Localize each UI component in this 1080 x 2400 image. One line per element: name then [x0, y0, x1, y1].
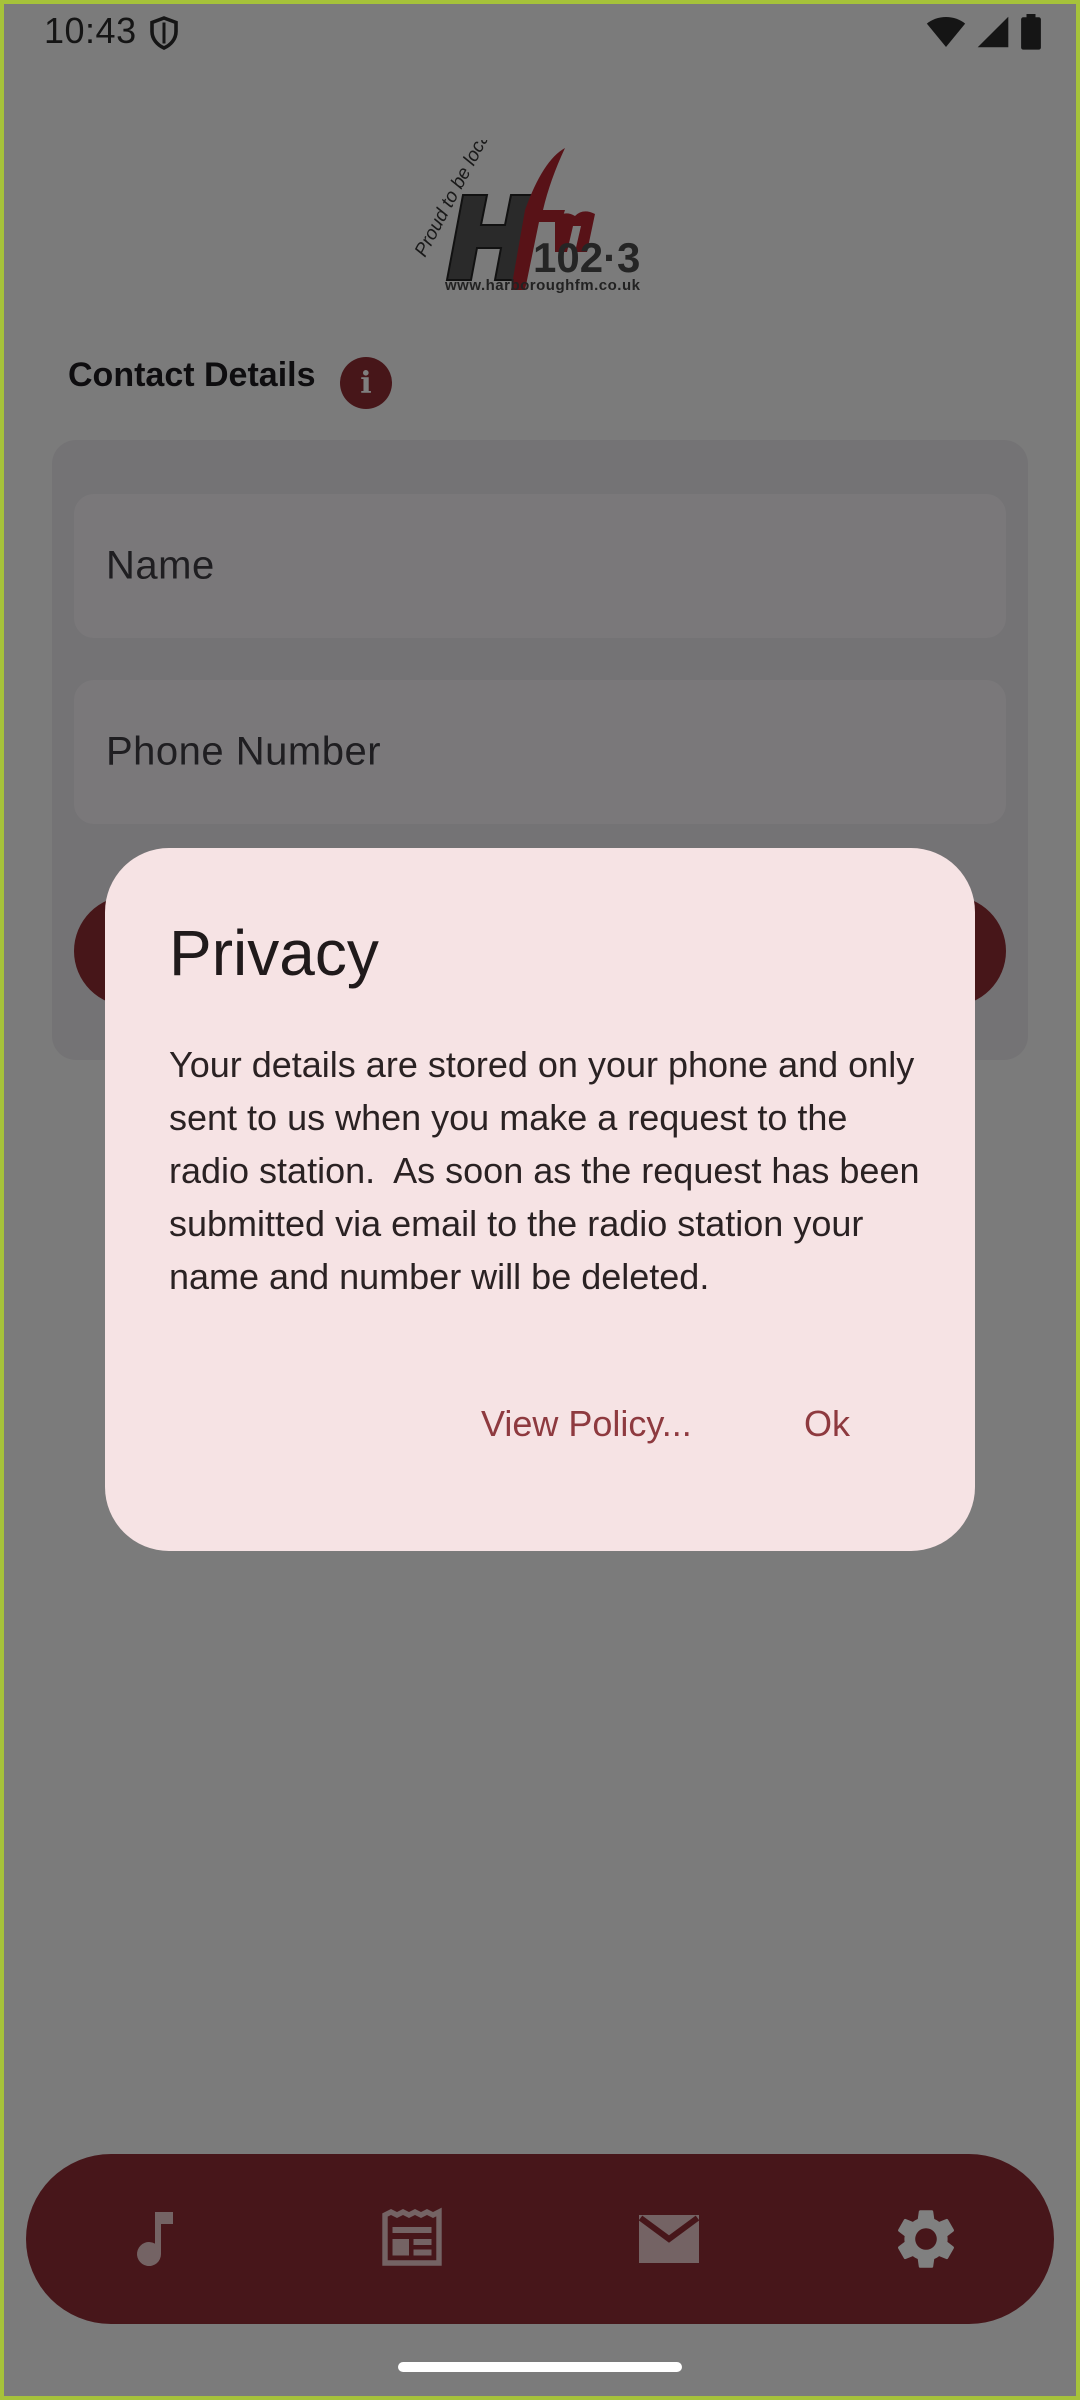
- privacy-dialog: Privacy Your details are stored on your …: [105, 848, 975, 1551]
- settings-gear-icon: [897, 2210, 954, 2268]
- home-indicator[interactable]: [398, 2362, 682, 2372]
- mail-icon: [638, 2215, 699, 2263]
- dialog-body: Your details are stored on your phone an…: [169, 1044, 930, 1297]
- newspaper-icon: [381, 2207, 442, 2266]
- nav-news[interactable]: [283, 2154, 540, 2324]
- nav-settings[interactable]: [797, 2154, 1054, 2324]
- nav-mail[interactable]: [540, 2154, 797, 2324]
- app-screen: 10:43 Proud to be local! 102·3 www.harbo…: [0, 0, 1080, 2400]
- bottom-navigation: [26, 2154, 1054, 2324]
- view-policy-button[interactable]: View Policy...: [481, 1394, 692, 1454]
- music-note-icon: [136, 2212, 173, 2267]
- dialog-title: Privacy: [169, 917, 379, 989]
- ok-button[interactable]: Ok: [804, 1394, 850, 1454]
- nav-music[interactable]: [26, 2154, 283, 2324]
